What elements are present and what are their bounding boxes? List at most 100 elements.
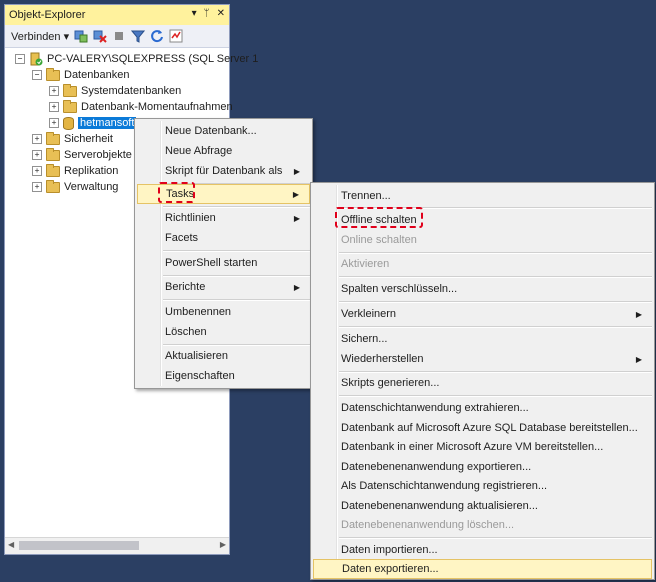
security-label: Sicherheit (64, 133, 113, 145)
menu-item-label: Trennen... (341, 190, 391, 202)
menu-item-label: Löschen (165, 326, 207, 338)
menu-item-encrypt-columns[interactable]: Spalten verschlüsseln... (313, 279, 652, 299)
menu-item-refresh[interactable]: Aktualisieren (137, 346, 310, 366)
stop-icon[interactable] (112, 29, 126, 43)
menu-item-new-query[interactable]: Neue Abfrage (137, 141, 310, 161)
menu-item-policies[interactable]: Richtlinien ▶ (137, 208, 310, 228)
menu-item-label: Neue Abfrage (165, 145, 233, 157)
tree-node-databases[interactable]: − Datenbanken (32, 67, 129, 83)
menu-item-new-database[interactable]: Neue Datenbank... (137, 121, 310, 141)
menu-item-generate-scripts[interactable]: Skripts generieren... (313, 373, 652, 393)
menu-item-bring-online[interactable]: Online schalten (313, 230, 652, 250)
expand-icon[interactable]: + (49, 102, 59, 112)
menu-item-tasks[interactable]: Tasks ▶ (137, 184, 310, 204)
scrollbar-thumb[interactable] (19, 541, 139, 550)
object-explorer-toolbar: Verbinden ▾ (5, 25, 229, 48)
scroll-left-icon[interactable]: ◀ (8, 540, 14, 549)
folder-icon (46, 67, 60, 81)
submenu-arrow-icon: ▶ (292, 189, 299, 199)
menu-item-rename[interactable]: Umbenennen (137, 302, 310, 322)
menu-separator (339, 207, 652, 209)
menu-item-label: Facets (165, 232, 199, 244)
replication-label: Replikation (64, 165, 119, 177)
menu-item-delete-data-tier-app[interactable]: Datenebenenanwendung löschen... (313, 515, 652, 535)
menu-item-export-data-tier-app[interactable]: Datenebenenanwendung exportieren... (313, 457, 652, 477)
window-position-icon[interactable]: ▾ (192, 8, 197, 19)
menu-item-label: Skript für Datenbank als (165, 165, 283, 177)
menu-separator (339, 276, 652, 278)
menu-item-deploy-azure-vm[interactable]: Datenbank in einer Microsoft Azure VM be… (313, 437, 652, 457)
tree-node-selected-database[interactable]: + hetmansoft (49, 115, 137, 131)
menu-item-facets[interactable]: Facets (137, 228, 310, 248)
menu-item-extract-data-tier-app[interactable]: Datenschichtanwendung extrahieren... (313, 398, 652, 418)
refresh-icon[interactable] (150, 29, 164, 43)
menu-item-activate[interactable]: Aktivieren (313, 254, 652, 274)
expand-icon[interactable]: + (32, 150, 42, 160)
submenu-arrow-icon: ▶ (293, 213, 300, 223)
expand-icon[interactable]: + (49, 118, 59, 128)
object-explorer-title-bar: Objekt-Explorer ▾ ᛘ ✕ (5, 5, 229, 25)
menu-separator (339, 301, 652, 303)
scroll-right-icon[interactable]: ▶ (220, 540, 226, 549)
submenu-arrow-icon: ▶ (635, 309, 642, 319)
tree-node-security[interactable]: + Sicherheit (32, 131, 113, 147)
close-icon[interactable]: ✕ (217, 8, 225, 19)
menu-item-label: Sichern... (341, 333, 388, 345)
pin-icon[interactable]: ᛘ (204, 8, 210, 19)
menu-item-start-powershell[interactable]: PowerShell starten (137, 253, 310, 273)
tree-node-replication[interactable]: + Replikation (32, 163, 118, 179)
menu-item-label: Eigenschaften (165, 370, 235, 382)
menu-item-label: Aktivieren (341, 258, 390, 270)
tree-node-system-databases[interactable]: + Systemdatenbanken (49, 83, 181, 99)
object-explorer-title: Objekt-Explorer (9, 9, 86, 21)
tree-node-management[interactable]: + Verwaltung (32, 179, 118, 195)
menu-item-restore[interactable]: Wiederherstellen ▶ (313, 349, 652, 369)
menu-item-label: Umbenennen (165, 306, 232, 318)
menu-item-detach[interactable]: Trennen... (313, 186, 652, 206)
connect-button[interactable]: Verbinden ▾ (11, 30, 69, 43)
connect-object-explorer-icon[interactable] (74, 29, 88, 43)
menu-item-properties[interactable]: Eigenschaften (137, 366, 310, 386)
disconnect-icon[interactable] (93, 29, 107, 43)
horizontal-scrollbar[interactable]: ◀ ▶ (5, 537, 229, 554)
submenu-arrow-icon: ▶ (293, 166, 300, 176)
menu-item-register-data-tier-app[interactable]: Als Datenschichtanwendung registrieren..… (313, 476, 652, 496)
expand-icon[interactable]: + (32, 182, 42, 192)
menu-item-label: Skripts generieren... (341, 377, 440, 389)
folder-icon (63, 99, 77, 113)
menu-item-export-data[interactable]: Daten exportieren... (313, 559, 652, 579)
menu-item-label: Datenebenenanwendung aktualisieren... (341, 500, 538, 512)
menu-separator (339, 395, 652, 397)
menu-item-script-database-as[interactable]: Skript für Datenbank als ▶ (137, 161, 310, 181)
activity-monitor-icon[interactable] (169, 29, 183, 43)
collapse-icon[interactable]: − (32, 70, 42, 80)
menu-item-upgrade-data-tier-app[interactable]: Datenebenenanwendung aktualisieren... (313, 496, 652, 516)
menu-item-shrink[interactable]: Verkleinern ▶ (313, 304, 652, 324)
server-label: PC-VALERY\SQLEXPRESS (SQL Server 1 (47, 53, 259, 65)
filter-icon[interactable] (131, 29, 146, 43)
tree-node-server-objects[interactable]: + Serverobjekte (32, 147, 132, 163)
collapse-icon[interactable]: − (15, 54, 25, 64)
chevron-down-icon: ▾ (63, 30, 70, 43)
system-databases-label: Systemdatenbanken (81, 85, 182, 97)
menu-item-reports[interactable]: Berichte ▶ (137, 277, 310, 297)
expand-icon[interactable]: + (32, 134, 42, 144)
expand-icon[interactable]: + (49, 86, 59, 96)
menu-item-take-offline[interactable]: Offline schalten (313, 210, 652, 230)
menu-item-label: Datenschichtanwendung extrahieren... (341, 402, 529, 414)
menu-item-label: Neue Datenbank... (165, 125, 257, 137)
tree-node-server[interactable]: − PC-VALERY\SQLEXPRESS (SQL Server 1 (15, 51, 258, 67)
menu-item-label: Daten exportieren... (342, 563, 439, 575)
selected-database-label: hetmansoft (78, 117, 137, 129)
menu-item-label: Datenbank in einer Microsoft Azure VM be… (341, 441, 604, 453)
menu-item-label: Datenebenenanwendung exportieren... (341, 461, 532, 473)
menu-item-deploy-azure-sql[interactable]: Datenbank auf Microsoft Azure SQL Databa… (313, 418, 652, 438)
menu-item-label: Daten importieren... (341, 544, 438, 556)
menu-item-label: Spalten verschlüsseln... (341, 283, 458, 295)
expand-icon[interactable]: + (32, 166, 42, 176)
menu-item-label: Tasks (166, 188, 195, 200)
menu-item-import-data[interactable]: Daten importieren... (313, 540, 652, 560)
menu-item-backup[interactable]: Sichern... (313, 329, 652, 349)
menu-item-delete[interactable]: Löschen (137, 322, 310, 342)
tree-node-snapshots[interactable]: + Datenbank-Momentaufnahmen (49, 99, 233, 115)
